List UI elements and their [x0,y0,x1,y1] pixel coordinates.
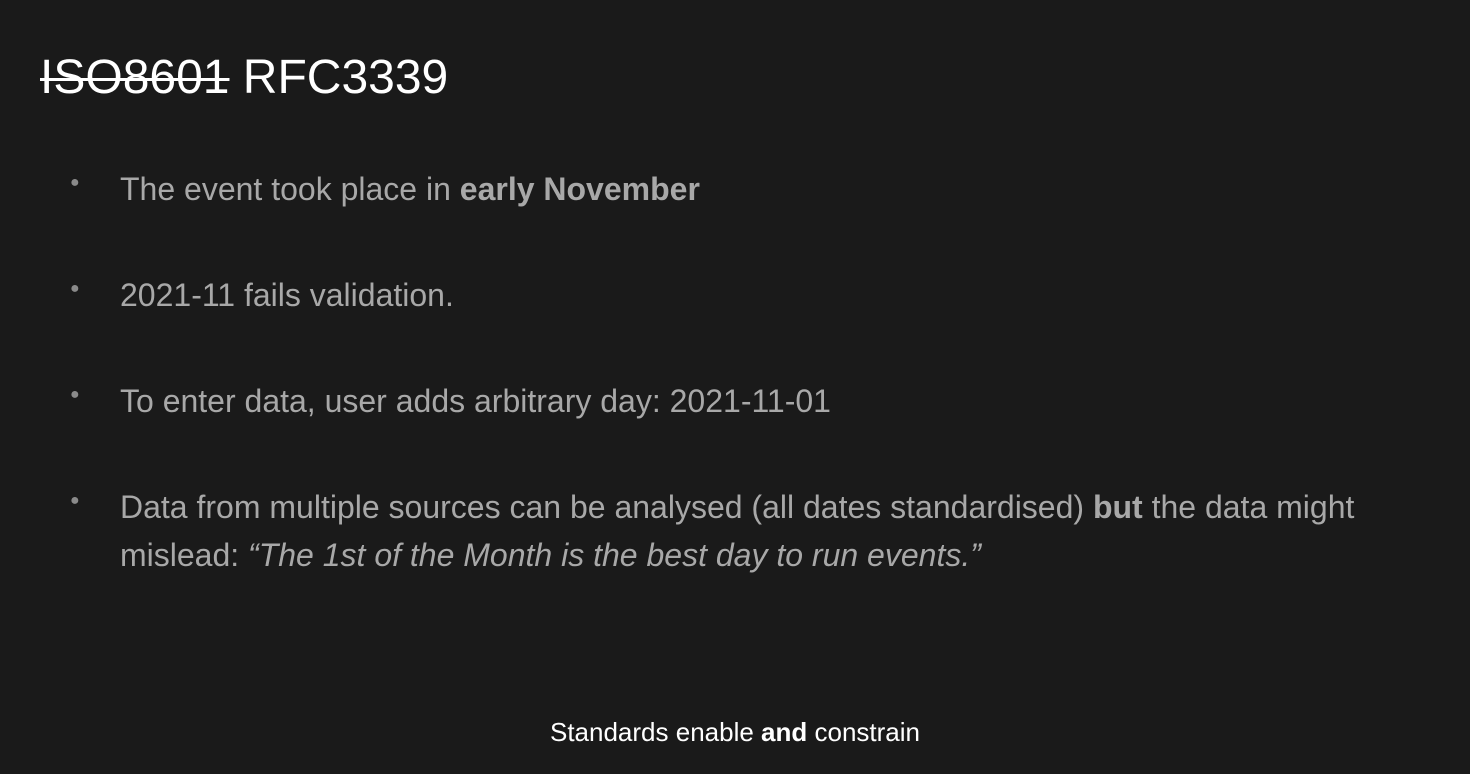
bullet-text: The event took place in [120,171,460,207]
bullet-text: 2021-11 fails validation. [120,277,454,313]
bullet-text: To enter data, user adds arbitrary day: … [120,383,831,419]
list-item: The event took place in early November [70,165,1430,213]
list-item: Data from multiple sources can be analys… [70,483,1430,579]
slide-title: ISO8601 RFC3339 [40,50,1430,105]
bullet-bold-text: early November [460,171,700,207]
bullet-list: The event took place in early November 2… [40,165,1430,579]
footer-text: constrain [807,717,920,747]
title-rest-text: RFC3339 [229,51,448,104]
footer-caption: Standards enable and constrain [0,717,1470,748]
bullet-italic-text: “The 1st of the Month is the best day to… [248,537,981,573]
footer-text: Standards enable [550,717,761,747]
bullet-text: Data from multiple sources can be analys… [120,489,1093,525]
list-item: To enter data, user adds arbitrary day: … [70,377,1430,425]
footer-bold-text: and [761,717,807,747]
title-struck-text: ISO8601 [40,51,229,104]
list-item: 2021-11 fails validation. [70,271,1430,319]
bullet-bold-text: but [1093,489,1143,525]
